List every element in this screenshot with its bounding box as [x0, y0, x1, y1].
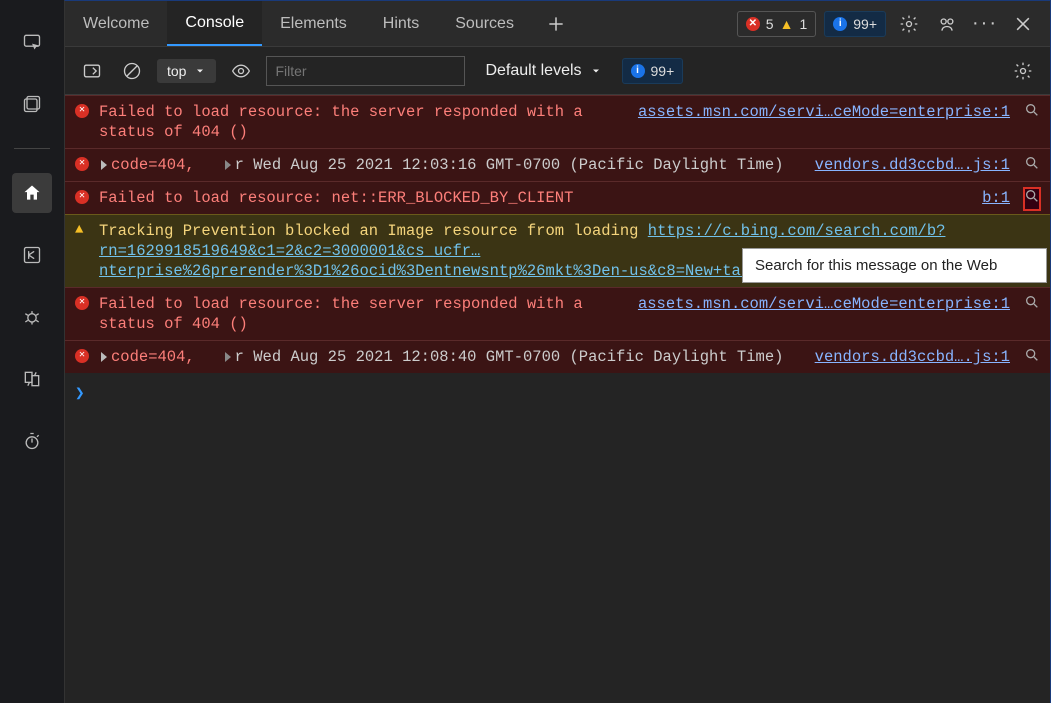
message-text: code=404, r Wed Aug 25 2021 12:03:16 GMT… — [99, 155, 807, 175]
message-source-link[interactable]: vendors.dd3ccbd….js:1 — [815, 347, 1010, 367]
console-message: ✕ code=404, r Wed Aug 25 2021 12:08:40 G… — [65, 340, 1050, 373]
tabstrip-right: ✕ 5 ▲ 1 i 99+ ··· — [737, 1, 1050, 46]
search-message-icon[interactable] — [1024, 347, 1040, 369]
issues-count: 99+ — [853, 16, 877, 32]
toolbar-issues-count: 99+ — [651, 63, 675, 79]
console-message: ✕ code=404, r Wed Aug 25 2021 12:03:16 G… — [65, 148, 1050, 181]
timestamp-text: Wed Aug 25 2021 12:08:40 GMT-0700 (Pacif… — [253, 348, 783, 366]
context-selector[interactable]: top — [157, 59, 216, 83]
issues-summary[interactable]: i 99+ — [824, 11, 886, 37]
tab-hints[interactable]: Hints — [365, 1, 437, 46]
toggle-sidebar-icon[interactable] — [77, 56, 107, 86]
search-tooltip: Search for this message on the Web — [742, 248, 1047, 283]
tab-elements[interactable]: Elements — [262, 1, 365, 46]
console-message: ✕ Failed to load resource: net::ERR_BLOC… — [65, 181, 1050, 214]
warning-triangle-icon: ▲ — [75, 223, 83, 237]
add-tab-button[interactable] — [532, 1, 580, 46]
error-dot-icon: ✕ — [75, 296, 89, 310]
console-prompt[interactable]: ❯ — [65, 373, 1050, 413]
layers-icon[interactable] — [12, 359, 52, 399]
clear-console-icon[interactable] — [117, 56, 147, 86]
error-dot-icon: ✕ — [75, 104, 89, 118]
message-source-link[interactable]: assets.msn.com/servi…ceMode=enterprise:1 — [638, 294, 1010, 314]
3d-view-icon[interactable] — [12, 84, 52, 124]
console-settings-icon[interactable] — [1008, 56, 1038, 86]
message-source-link[interactable]: assets.msn.com/servi…ceMode=enterprise:1 — [638, 102, 1010, 122]
home-icon[interactable] — [12, 173, 52, 213]
close-devtools-icon[interactable] — [1008, 9, 1038, 39]
warn-prefix: Tracking Prevention blocked an Image res… — [99, 222, 648, 240]
info-dot-icon: i — [833, 17, 847, 31]
error-count: 5 — [766, 16, 774, 32]
message-source-link[interactable]: vendors.dd3ccbd….js:1 — [815, 155, 1010, 175]
inspect-icon[interactable] — [12, 22, 52, 62]
message-source-link[interactable]: b:1 — [982, 188, 1010, 208]
message-text: code=404, r Wed Aug 25 2021 12:08:40 GMT… — [99, 347, 807, 367]
console-message: ✕ Failed to load resource: the server re… — [65, 95, 1050, 148]
console-message: ✕ Failed to load resource: the server re… — [65, 287, 1050, 340]
more-menu-icon[interactable]: ··· — [970, 9, 1000, 39]
tail-prefix: r — [235, 156, 244, 174]
tab-strip: Welcome Console Elements Hints Sources ✕… — [65, 1, 1050, 47]
settings-gear-icon[interactable] — [894, 9, 924, 39]
live-expression-icon[interactable] — [226, 56, 256, 86]
divider — [14, 148, 50, 149]
error-dot-icon: ✕ — [75, 190, 89, 204]
info-dot-icon: i — [631, 64, 645, 78]
code-text: code=404, — [111, 156, 195, 174]
bug-icon[interactable] — [12, 297, 52, 337]
console-messages: ✕ Failed to load resource: the server re… — [65, 95, 1050, 703]
console-toolbar: top Default levels i 99+ — [65, 47, 1050, 95]
warning-count: 1 — [799, 16, 807, 32]
message-text: Failed to load resource: the server resp… — [99, 102, 630, 142]
message-text: Failed to load resource: net::ERR_BLOCKE… — [99, 188, 974, 208]
search-message-icon[interactable] — [1024, 188, 1040, 210]
timer-icon[interactable] — [12, 421, 52, 461]
filter-input[interactable] — [266, 56, 465, 86]
expand-caret-icon[interactable] — [101, 160, 107, 170]
error-dot-icon: ✕ — [75, 349, 89, 363]
expand-caret-icon[interactable] — [101, 352, 107, 362]
message-text: Failed to load resource: the server resp… — [99, 294, 630, 334]
search-message-icon[interactable] — [1024, 294, 1040, 316]
warning-triangle-icon: ▲ — [780, 17, 794, 31]
error-warning-summary[interactable]: ✕ 5 ▲ 1 — [737, 11, 816, 37]
search-message-icon[interactable] — [1024, 102, 1040, 124]
toolbar-issues[interactable]: i 99+ — [622, 58, 684, 84]
extensions-icon[interactable] — [12, 235, 52, 275]
code-text: code=404, — [111, 348, 195, 366]
tab-sources[interactable]: Sources — [437, 1, 532, 46]
timestamp-text: Wed Aug 25 2021 12:03:16 GMT-0700 (Pacif… — [253, 156, 783, 174]
expand-caret-icon[interactable] — [225, 160, 231, 170]
send-feedback-icon[interactable] — [932, 9, 962, 39]
tail-prefix: r — [235, 348, 244, 366]
activity-bar — [0, 0, 64, 703]
chevron-right-icon: ❯ — [75, 385, 85, 403]
error-dot-icon: ✕ — [746, 17, 760, 31]
devtools-main: Welcome Console Elements Hints Sources ✕… — [64, 0, 1051, 703]
expand-caret-icon[interactable] — [225, 352, 231, 362]
error-dot-icon: ✕ — [75, 157, 89, 171]
search-message-icon[interactable] — [1024, 155, 1040, 177]
context-label: top — [167, 63, 186, 79]
log-levels-selector[interactable]: Default levels — [475, 58, 611, 84]
tab-welcome[interactable]: Welcome — [65, 1, 167, 46]
levels-label: Default levels — [485, 62, 581, 80]
tab-console[interactable]: Console — [167, 1, 262, 46]
